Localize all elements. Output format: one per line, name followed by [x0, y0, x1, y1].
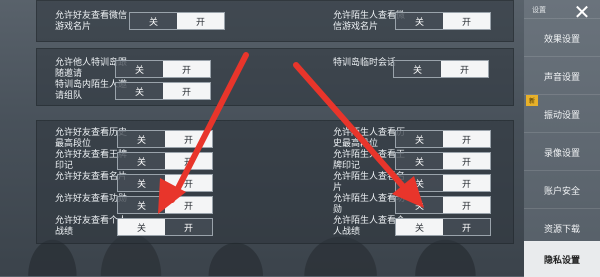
annotation-arrows — [158, 52, 424, 214]
sidebar-item-replay[interactable]: 录像设置 — [524, 132, 600, 171]
sidebar-item-sound[interactable]: 声音设置 — [524, 56, 600, 95]
sidebar-item-vibration[interactable]: 振动设置 — [524, 94, 600, 133]
arrow-left — [169, 52, 249, 203]
sidebar-item-privacy[interactable]: 隐私设置 — [524, 241, 600, 277]
back-label: 设置 — [532, 6, 546, 14]
settings-sidebar: 设置 ✕ 效果设置 声音设置 新 振动设置 录像设置 账户安全 资源下载 隐私设… — [524, 0, 600, 277]
sidebar-item-effects[interactable]: 效果设置 — [524, 18, 600, 57]
arrow-right — [293, 62, 411, 195]
sidebar-item-account-security[interactable]: 账户安全 — [524, 170, 600, 209]
